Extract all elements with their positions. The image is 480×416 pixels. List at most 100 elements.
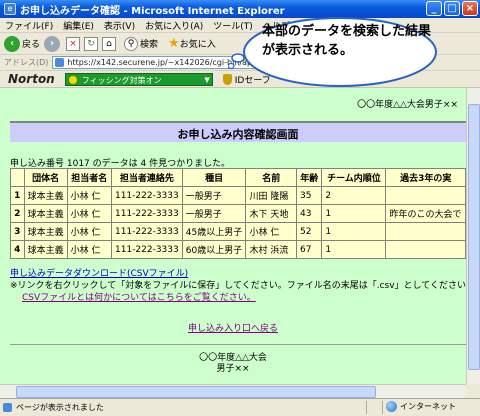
stop-icon[interactable]: × xyxy=(66,36,81,51)
table-row: 1 球本主義 小林 仁 111-222-3333 一般男子 川田 隆陽 35 2 xyxy=(10,186,466,205)
home-icon[interactable]: ⌂ xyxy=(102,36,117,51)
table-cell: 2 xyxy=(321,186,387,205)
column-header: 過去3年の実 xyxy=(385,168,466,187)
page-icon xyxy=(55,58,65,67)
table-cell: 1 xyxy=(321,222,387,241)
favorites-star-icon: ★ xyxy=(168,36,180,51)
table-cell: 52 xyxy=(295,222,323,241)
column-header: チーム内順位 xyxy=(321,168,387,187)
menu-favorites[interactable]: お気に入り(A) xyxy=(140,19,208,32)
table-cell: 111-222-3333 xyxy=(110,240,183,259)
table-cell xyxy=(385,240,466,259)
close-button[interactable]: × xyxy=(462,1,478,16)
table-row: 2 球本主義 小林 仁 111-222-3333 一般男子 木下 天地 43 1… xyxy=(10,204,466,223)
menu-view[interactable]: 表示(V) xyxy=(99,19,140,32)
table-cell: 球本主義 xyxy=(23,204,68,223)
table-cell: 小林 仁 xyxy=(66,186,112,205)
table-cell: 球本主義 xyxy=(23,240,68,259)
page-title-band: お申し込み内容確認画面 xyxy=(10,121,466,142)
status-text: ページが表示されました xyxy=(16,403,104,412)
scroll-corner xyxy=(466,384,480,398)
maximize-button[interactable]: □ xyxy=(444,1,460,16)
search-button[interactable]: ⚲ 検索 xyxy=(120,36,159,51)
table-cell: 一般男子 xyxy=(181,204,247,223)
vertical-scrollbar[interactable] xyxy=(466,88,480,384)
back-button-label: 戻る xyxy=(22,40,41,50)
table-cell: 川田 隆陽 xyxy=(245,186,297,205)
table-cell: 3 xyxy=(10,222,25,241)
security-zone: インターネット xyxy=(386,401,456,412)
zone-label: インターネット xyxy=(400,402,456,411)
status-divider xyxy=(382,401,383,414)
phishing-label: フィッシング対策オン xyxy=(81,75,162,85)
forward-arrow-icon: › xyxy=(44,35,61,52)
column-header: 種目 xyxy=(181,168,247,187)
table-cell xyxy=(385,222,466,241)
table-cell: 木村 浜流 xyxy=(245,240,297,259)
table-cell xyxy=(385,186,466,205)
favorites-button[interactable]: ★ お気に入 xyxy=(162,36,216,51)
menu-file[interactable]: ファイル(F) xyxy=(0,19,58,32)
status-bar: ページが表示されました インターネット xyxy=(0,398,480,416)
table-cell: 111-222-3333 xyxy=(110,186,183,205)
table-cell: 111-222-3333 xyxy=(110,222,183,241)
column-header: 名前 xyxy=(245,168,297,187)
norton-logo: Norton xyxy=(8,72,55,86)
table-cell: 1 xyxy=(10,186,25,205)
favorites-button-label: お気に入 xyxy=(179,40,216,50)
page-title: お申し込み内容確認画面 xyxy=(177,128,299,141)
event-name-top: 〇〇年度△△大会男子×× xyxy=(357,100,458,110)
search-button-label: 検索 xyxy=(140,40,159,50)
back-arrow-icon: ‹ xyxy=(4,35,20,52)
table-cell: 小林 仁 xyxy=(245,222,297,241)
column-header xyxy=(10,168,25,187)
ie-app-icon: e xyxy=(4,3,16,15)
table-cell: 小林 仁 xyxy=(66,222,112,241)
page-content: 〇〇年度△△大会男子×× お申し込み内容確認画面 申し込み番号 1017 のデー… xyxy=(0,88,466,384)
results-table: 団体名 担当者名 担当者連絡先 種目 名前 年齢 チーム内順位 過去3年の実 1… xyxy=(10,168,466,259)
menu-edit[interactable]: 編集(E) xyxy=(58,19,99,32)
table-cell: 1 xyxy=(321,240,387,259)
forward-button[interactable]: › xyxy=(44,35,62,52)
table-cell: 木下 天地 xyxy=(245,204,297,223)
refresh-icon[interactable]: ↻ xyxy=(84,36,99,51)
table-cell: 111-222-3333 xyxy=(110,204,183,223)
column-header: 団体名 xyxy=(23,168,68,187)
table-cell: 球本主義 xyxy=(23,186,68,205)
horizontal-scroll-thumb[interactable] xyxy=(16,386,376,398)
table-cell: 35 xyxy=(295,186,323,205)
table-cell: 小林 仁 xyxy=(66,240,112,259)
table-cell: 60歳以上男子 xyxy=(181,240,247,259)
table-row: 4 球本主義 小林 仁 111-222-3333 60歳以上男子 木村 浜流 6… xyxy=(10,240,466,259)
table-cell: 2 xyxy=(10,204,25,223)
footer-category: 男子×× xyxy=(216,364,250,374)
footer-divider xyxy=(10,344,466,345)
address-label: アドレス(D) xyxy=(4,58,49,67)
table-cell: 昨年のこの大会で xyxy=(385,204,466,223)
csv-help-link[interactable]: CSVファイルとは何かについてはこちらをご覧ください。 xyxy=(22,290,256,303)
column-header: 年齢 xyxy=(295,168,323,187)
table-header-row: 団体名 担当者名 担当者連絡先 種目 名前 年齢 チーム内順位 過去3年の実 xyxy=(10,168,466,187)
globe-icon xyxy=(386,401,397,412)
table-cell: 一般男子 xyxy=(181,186,247,205)
search-icon: ⚲ xyxy=(124,36,139,51)
table-cell: 球本主義 xyxy=(23,222,68,241)
table-cell: 小林 仁 xyxy=(66,204,112,223)
horizontal-scrollbar[interactable] xyxy=(0,384,466,398)
table-cell: 1 xyxy=(321,204,387,223)
table-row: 3 球本主義 小林 仁 111-222-3333 45歳以上男子 小林 仁 52… xyxy=(10,222,466,241)
table-cell: 4 xyxy=(10,240,25,259)
table-cell: 43 xyxy=(295,204,323,223)
column-header: 担当者名 xyxy=(66,168,112,187)
vertical-scroll-thumb[interactable] xyxy=(468,104,480,370)
table-cell: 67 xyxy=(295,240,323,259)
status-divider xyxy=(366,401,367,414)
back-button[interactable]: ‹ 戻る xyxy=(4,35,41,52)
callout-bubble: 本部のデータを検索した結果が表示される。 xyxy=(228,12,442,96)
column-header: 担当者連絡先 xyxy=(110,168,183,187)
chevron-down-icon: ▼ xyxy=(204,75,210,84)
page-icon xyxy=(3,403,12,412)
table-cell: 45歳以上男子 xyxy=(181,222,247,241)
return-to-entrance-link[interactable]: 申し込み入り口へ戻る xyxy=(0,321,466,334)
phishing-protection-dropdown[interactable]: フィッシング対策オン ▼ xyxy=(64,72,213,86)
